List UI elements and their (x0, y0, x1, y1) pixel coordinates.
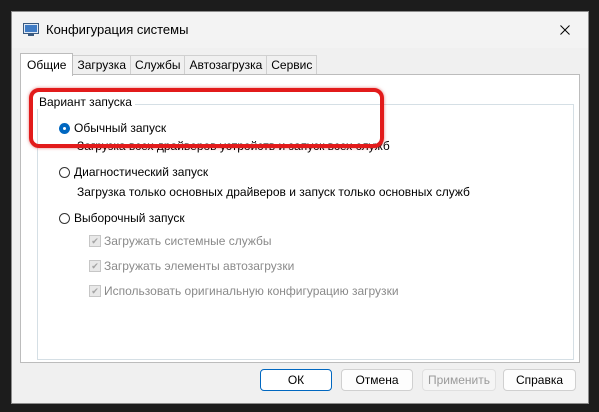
title-bar[interactable]: Конфигурация системы (12, 12, 588, 48)
tab-tools[interactable]: Сервис (266, 55, 318, 75)
apply-button[interactable]: Применить (422, 369, 496, 391)
system-configuration-window: Конфигурация системы Общие Загрузка Служ… (11, 11, 589, 404)
load-system-services-checkbox[interactable]: ✔ Загружать системные службы (89, 234, 272, 248)
radio-indicator (59, 166, 70, 178)
load-startup-items-checkbox[interactable]: ✔ Загружать элементы автозагрузки (89, 259, 294, 273)
selective-startup-radio[interactable]: Выборочный запуск (59, 211, 185, 225)
checkmark-icon: ✔ (89, 260, 101, 272)
close-icon (560, 25, 570, 35)
window-title: Конфигурация системы (46, 22, 189, 37)
tab-services[interactable]: Службы (130, 55, 186, 75)
tab-startup[interactable]: Автозагрузка (184, 55, 268, 75)
cancel-button[interactable]: Отмена (341, 369, 413, 391)
use-original-boot-config-checkbox[interactable]: ✔ Использовать оригинальную конфигурацию… (89, 284, 399, 298)
use-original-boot-config-label: Использовать оригинальную конфигурацию з… (104, 284, 399, 298)
diagnostic-startup-label: Диагностический запуск (74, 165, 209, 179)
load-startup-items-label: Загружать элементы автозагрузки (104, 259, 295, 273)
tab-general[interactable]: Общие (20, 53, 74, 76)
radio-indicator (59, 212, 70, 224)
tab-strip: Общие Загрузка Службы Автозагрузка Серви… (20, 53, 318, 76)
load-system-services-label: Загружать системные службы (104, 234, 272, 248)
checkmark-icon: ✔ (89, 235, 101, 247)
tab-boot[interactable]: Загрузка (72, 55, 131, 75)
help-button[interactable]: Справка (503, 369, 576, 391)
annotation-highlight-frame (29, 88, 384, 148)
msconfig-app-icon (23, 23, 39, 36)
diagnostic-startup-description: Загрузка только основных драйверов и зап… (77, 185, 470, 199)
checkmark-icon: ✔ (89, 285, 101, 297)
selective-startup-label: Выборочный запуск (74, 211, 185, 225)
close-button[interactable] (542, 12, 588, 48)
ok-button[interactable]: ОК (260, 369, 332, 391)
diagnostic-startup-radio[interactable]: Диагностический запуск (59, 165, 208, 179)
